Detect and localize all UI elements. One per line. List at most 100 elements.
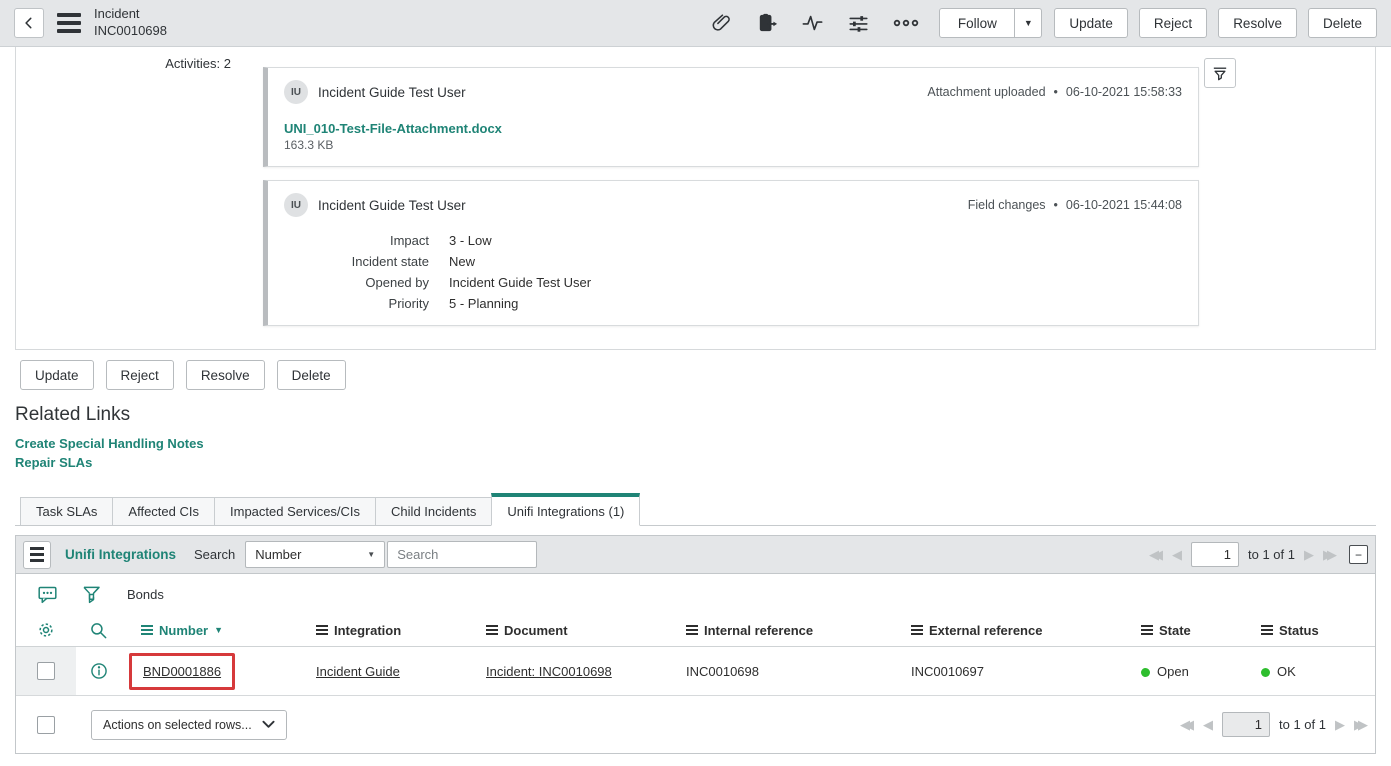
select-all-checkbox[interactable] <box>37 716 55 734</box>
caret-down-icon: ▼ <box>1024 18 1033 28</box>
group-label: Bonds <box>127 587 164 602</box>
activity-card-attachment: IU Incident Guide Test User Attachment u… <box>263 67 1199 167</box>
column-header-integration[interactable]: Integration <box>296 623 466 638</box>
cell-internal-reference: INC0010698 <box>666 664 891 679</box>
activity-event: Field changes <box>968 198 1046 212</box>
integration-link[interactable]: Incident Guide <box>316 664 400 679</box>
sort-desc-icon: ▼ <box>214 625 223 635</box>
info-icon[interactable] <box>76 661 121 681</box>
page-number-input[interactable] <box>1191 542 1239 567</box>
column-header-status[interactable]: Status <box>1241 623 1375 638</box>
cell-integration: Incident Guide <box>296 664 466 679</box>
context-menu-icon[interactable] <box>57 13 81 33</box>
follow-dropdown-button[interactable]: ▼ <box>1015 8 1042 38</box>
bullet-separator: • <box>1054 198 1058 212</box>
cell-external-reference: INC0010697 <box>891 664 1121 679</box>
comments-icon[interactable] <box>37 584 58 605</box>
activities-section: Activities: 2 IU Incident Guide Test Use… <box>15 47 1376 350</box>
attachment-file-link[interactable]: UNI_010-Test-File-Attachment.docx <box>284 121 502 136</box>
last-page-icon[interactable]: ▶▶ <box>1323 547 1337 563</box>
activity-card-field-changes: IU Incident Guide Test User Field change… <box>263 180 1199 326</box>
column-menu-icon <box>686 625 698 635</box>
list-menu-icon[interactable] <box>23 541 51 569</box>
next-page-icon[interactable]: ▶ <box>1335 717 1345 733</box>
related-link-repair-slas[interactable]: Repair SLAs <box>15 454 1391 472</box>
activity-filter-button[interactable] <box>1204 58 1236 88</box>
search-rows-icon[interactable] <box>76 621 121 640</box>
list-pagination-bottom: ◀◀ ◀ to 1 of 1 ▶ ▶▶ <box>1180 712 1368 737</box>
chevron-left-icon <box>22 16 36 30</box>
resolve-button[interactable]: Resolve <box>1218 8 1297 38</box>
next-page-icon[interactable]: ▶ <box>1304 547 1314 563</box>
activity-event: Attachment uploaded <box>927 85 1045 99</box>
row-checkbox[interactable] <box>37 662 55 680</box>
previous-page-icon[interactable]: ◀ <box>1203 717 1213 733</box>
column-header-state[interactable]: State <box>1121 623 1241 638</box>
delete-button[interactable]: Delete <box>1308 8 1377 38</box>
bond-number-link[interactable]: BND0001886 <box>143 664 221 679</box>
tab-impacted-services-cis[interactable]: Impacted Services/CIs <box>214 497 376 525</box>
follow-button[interactable]: Follow <box>939 8 1015 38</box>
reject-button[interactable]: Reject <box>1139 8 1207 38</box>
delete-button[interactable]: Delete <box>277 360 346 390</box>
state-value: Open <box>1157 664 1189 679</box>
tab-child-incidents[interactable]: Child Incidents <box>375 497 492 525</box>
highlight-box: BND0001886 <box>129 653 235 690</box>
activity-user: Incident Guide Test User <box>318 198 466 213</box>
column-header-number[interactable]: Number ▼ <box>121 623 296 638</box>
attachment-icon[interactable] <box>711 12 733 34</box>
cell-document: Incident: INC0010698 <box>466 664 666 679</box>
export-copy-icon[interactable] <box>756 12 778 34</box>
tab-affected-cis[interactable]: Affected CIs <box>112 497 215 525</box>
activity-user: Incident Guide Test User <box>318 85 466 100</box>
gear-icon[interactable] <box>16 620 76 640</box>
last-page-icon[interactable]: ▶▶ <box>1354 717 1368 733</box>
related-link-create-special-handling-notes[interactable]: Create Special Handling Notes <box>15 435 1391 453</box>
column-menu-icon <box>911 625 923 635</box>
document-link[interactable]: Incident: INC0010698 <box>486 664 612 679</box>
field-changes-list: Impact 3 - Low Incident state New Opened… <box>284 233 1182 311</box>
filter-icon[interactable] <box>82 584 101 605</box>
column-header-document[interactable]: Document <box>466 623 666 638</box>
first-page-icon[interactable]: ◀◀ <box>1149 547 1163 563</box>
activity-stream-icon[interactable] <box>801 12 824 34</box>
list-title[interactable]: Unifi Integrations <box>65 547 176 562</box>
attachment-file-size: 163.3 KB <box>284 138 1182 152</box>
reject-button[interactable]: Reject <box>106 360 174 390</box>
page-number-input[interactable] <box>1222 712 1270 737</box>
list-header-row: Number ▼ Integration Document Internal r… <box>16 614 1375 647</box>
field-value: 3 - Low <box>449 233 1182 248</box>
back-button[interactable] <box>14 8 44 38</box>
actions-on-selected-rows-select[interactable]: Actions on selected rows... <box>91 710 287 740</box>
field-label: Opened by <box>284 275 429 290</box>
column-menu-icon <box>486 625 498 635</box>
activity-stream: IU Incident Guide Test User Attachment u… <box>263 67 1199 339</box>
field-label: Incident state <box>284 254 429 269</box>
more-options-icon[interactable] <box>893 12 919 34</box>
field-value: 5 - Planning <box>449 296 1182 311</box>
record-type: Incident <box>94 6 167 23</box>
activity-timestamp: 06-10-2021 15:58:33 <box>1066 85 1182 99</box>
personalize-sliders-icon[interactable] <box>847 12 870 34</box>
filter-icon <box>1212 66 1228 81</box>
column-menu-icon <box>141 625 153 635</box>
search-field-select[interactable]: Number ▼ <box>245 541 385 568</box>
avatar: IU <box>284 193 308 217</box>
row-checkbox-cell <box>16 647 76 695</box>
resolve-button[interactable]: Resolve <box>186 360 265 390</box>
update-button[interactable]: Update <box>20 360 94 390</box>
search-input[interactable] <box>387 541 537 568</box>
related-links: Create Special Handling Notes Repair SLA… <box>15 435 1391 472</box>
previous-page-icon[interactable]: ◀ <box>1172 547 1182 563</box>
collapse-list-button[interactable]: − <box>1349 545 1368 564</box>
column-header-external-reference[interactable]: External reference <box>891 623 1121 638</box>
first-page-icon[interactable]: ◀◀ <box>1180 717 1194 733</box>
column-header-internal-reference[interactable]: Internal reference <box>666 623 891 638</box>
chevron-down-icon <box>262 720 275 729</box>
update-button[interactable]: Update <box>1054 8 1128 38</box>
unifi-integrations-list: Unifi Integrations Search Number ▼ ◀◀ ◀ … <box>15 535 1376 754</box>
list-group-row: Bonds <box>16 574 1375 614</box>
tab-task-slas[interactable]: Task SLAs <box>20 497 113 525</box>
pagination-range-label: to 1 of 1 <box>1279 717 1326 732</box>
tab-unifi-integrations[interactable]: Unifi Integrations (1) <box>491 493 640 526</box>
